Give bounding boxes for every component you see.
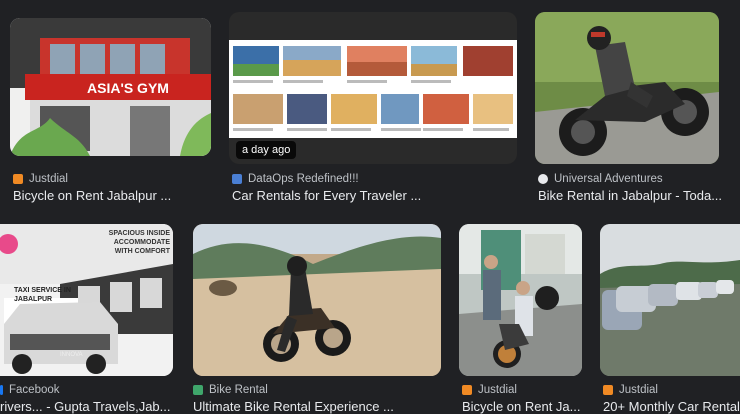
result-title[interactable]: rivers... - Gupta Travels,Jab... — [0, 399, 173, 414]
result-source[interactable]: Facebook — [0, 384, 60, 396]
universal-adventures-icon — [538, 174, 548, 184]
result-title[interactable]: Bicycle on Rent Ja... — [462, 399, 582, 414]
result-thumbnail[interactable] — [535, 12, 719, 164]
result-source[interactable]: DataOps Redefined!!! — [232, 173, 359, 185]
time-badge: a day ago — [236, 141, 297, 159]
source-label: Facebook — [9, 384, 60, 396]
result-source[interactable]: Bike Rental — [193, 384, 268, 396]
ad-car-label: INNOVA — [60, 352, 83, 358]
result-source[interactable]: Justdial — [603, 384, 658, 396]
result-source[interactable]: Justdial — [462, 384, 517, 396]
justdial-icon — [462, 385, 472, 395]
result-source[interactable]: Justdial — [13, 173, 68, 185]
source-label: Universal Adventures — [554, 173, 663, 185]
source-label: Justdial — [29, 173, 68, 185]
result-title[interactable]: 20+ Monthly Car Rental... — [603, 399, 740, 414]
result-thumbnail[interactable] — [600, 224, 740, 376]
facebook-icon — [0, 385, 3, 395]
source-label: Justdial — [619, 384, 658, 396]
source-label: DataOps Redefined!!! — [248, 173, 359, 185]
result-title[interactable]: Bike Rental in Jabalpur - Toda... — [538, 188, 723, 203]
justdial-icon — [13, 174, 23, 184]
justdial-icon — [603, 385, 613, 395]
gym-sign-text: ASIA'S GYM — [87, 80, 169, 96]
result-thumbnail[interactable]: a day ago — [229, 12, 517, 164]
source-label: Bike Rental — [209, 384, 268, 396]
result-title[interactable]: Ultimate Bike Rental Experience ... — [193, 399, 438, 414]
result-source[interactable]: Universal Adventures — [538, 173, 663, 185]
ad-subline: TAXI SERVICE IN JABALPUR — [14, 287, 71, 303]
result-thumbnail[interactable]: ASIA'S GYM — [10, 18, 211, 156]
result-thumbnail[interactable] — [193, 224, 441, 376]
result-title[interactable]: Bicycle on Rent Jabalpur ... — [13, 188, 213, 203]
ad-headline: SPACIOUS INSIDE ACCOMMODATE WITH COMFORT — [108, 230, 170, 255]
bike-rental-icon — [193, 385, 203, 395]
result-title[interactable]: Car Rentals for Every Traveler ... — [232, 188, 512, 203]
result-thumbnail[interactable] — [459, 224, 582, 376]
source-label: Justdial — [478, 384, 517, 396]
dataops-icon — [232, 174, 242, 184]
result-thumbnail[interactable]: SPACIOUS INSIDE ACCOMMODATE WITH COMFORT… — [0, 224, 173, 376]
